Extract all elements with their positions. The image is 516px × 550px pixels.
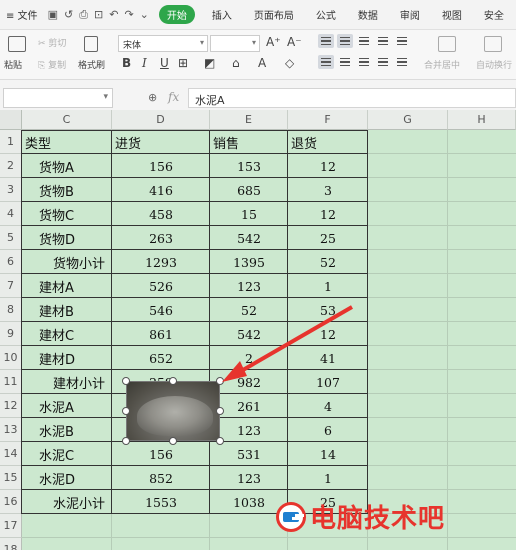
- annotation-arrow: [222, 305, 354, 382]
- watermark: 电脑技术吧: [276, 498, 445, 535]
- watermark-text: 电脑技术吧: [310, 504, 446, 534]
- arrow-shaft: [234, 305, 354, 376]
- watermark-logo-icon: [276, 501, 306, 532]
- arrow-head: [222, 361, 247, 382]
